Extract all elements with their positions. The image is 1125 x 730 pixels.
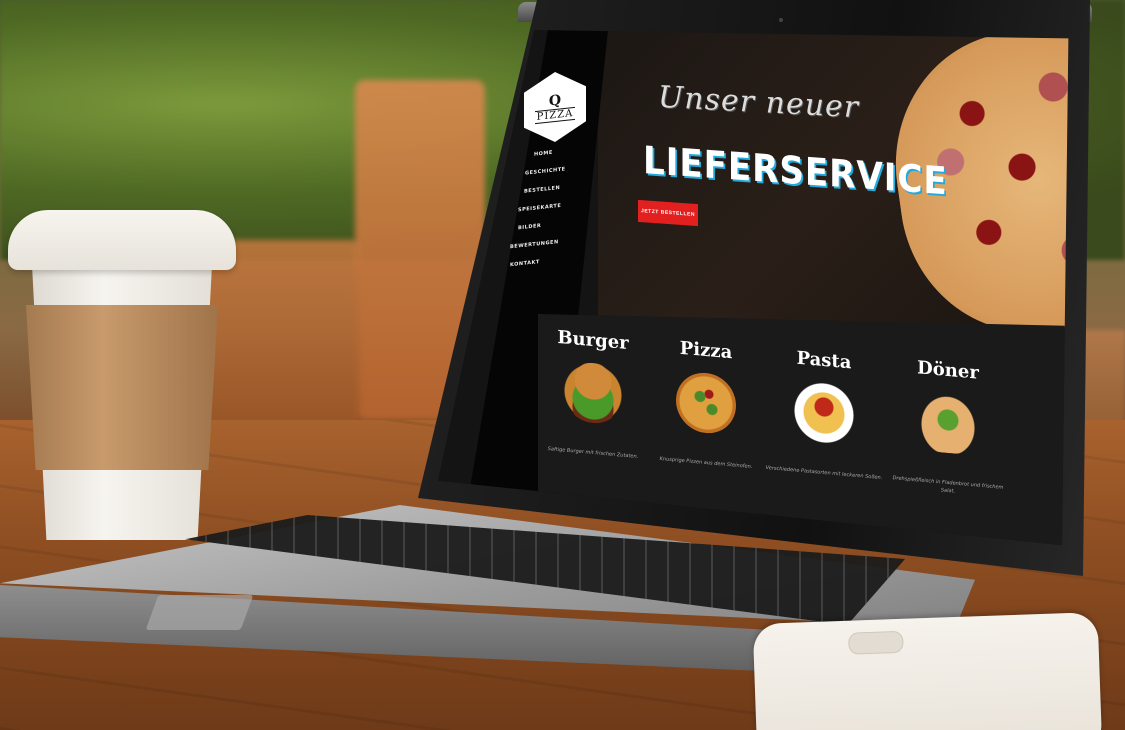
cup-lid [8,210,236,270]
nav-item-bestellen[interactable]: BESTELLEN [524,182,590,195]
order-now-button[interactable]: JETZT BESTELLEN [638,199,698,227]
category-burger[interactable]: Burger Saftige Burger mit frischen Zutat… [533,325,653,462]
category-pizza[interactable]: Pizza Knusprige Pizzen aus dem Steinofen… [646,335,766,472]
logo-name: PIZZA [536,107,574,123]
category-doner[interactable]: Döner Drehspießfleisch in Fladenbrot und… [888,355,1008,500]
nav-item-geschichte[interactable]: GESCHICHTE [525,164,590,176]
webcam-icon [779,18,783,22]
cup-sleeve [26,305,218,470]
category-pasta[interactable]: Pasta Verschiedene Pastasorten mit lecke… [764,345,884,482]
nav-item-bilder[interactable]: BILDER [518,218,590,231]
burger-image [563,360,623,426]
phone-camera-icon [848,630,904,655]
nav-item-speisekarte[interactable]: SPEISEKARTE [518,200,590,214]
doner-image [918,390,978,456]
logo-letter: Q [548,91,562,110]
nav-item-bewertungen[interactable]: BEWERTUNGEN [510,236,590,250]
laptop-lid-edge [518,2,1092,22]
nav-item-kontakt[interactable]: KONTAKT [510,254,590,268]
trackpad [145,595,254,630]
coffee-cup [8,210,236,540]
pizza-image [676,370,736,436]
smartphone [752,612,1103,730]
main-nav: HOME GESCHICHTE BESTELLEN SPEISEKARTE BI… [510,146,590,280]
pasta-image [794,380,854,446]
